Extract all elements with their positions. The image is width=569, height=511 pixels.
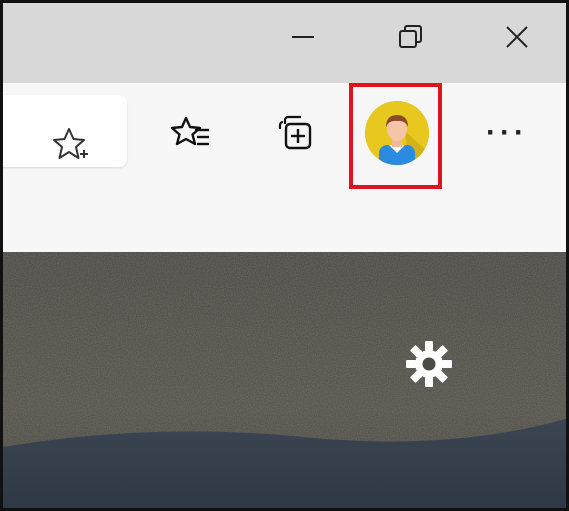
profile-highlight-box xyxy=(349,83,442,189)
browser-window: ··· xyxy=(0,0,569,511)
close-icon xyxy=(506,26,528,48)
star-add-icon xyxy=(53,128,88,159)
collections-icon xyxy=(278,115,312,150)
gear-icon xyxy=(406,341,452,387)
profile-avatar-icon xyxy=(365,101,429,165)
browser-toolbar: ··· xyxy=(3,83,566,332)
title-bar xyxy=(3,3,566,83)
minimize-button[interactable] xyxy=(273,9,333,65)
background-image xyxy=(3,252,566,508)
close-button[interactable] xyxy=(487,9,547,65)
restore-button[interactable] xyxy=(381,9,441,65)
more-button[interactable]: ··· xyxy=(479,105,535,161)
favorites-button[interactable] xyxy=(163,105,219,161)
page-settings-button[interactable] xyxy=(401,336,457,392)
address-bar[interactable] xyxy=(3,95,127,167)
page-background xyxy=(3,252,566,508)
collections-button[interactable] xyxy=(268,105,324,161)
restore-icon xyxy=(399,25,422,48)
profile-button[interactable] xyxy=(365,101,429,165)
minimize-icon xyxy=(292,36,314,38)
add-favorite-button[interactable] xyxy=(43,117,99,173)
favorites-icon xyxy=(171,116,209,146)
more-icon: ··· xyxy=(486,116,528,149)
